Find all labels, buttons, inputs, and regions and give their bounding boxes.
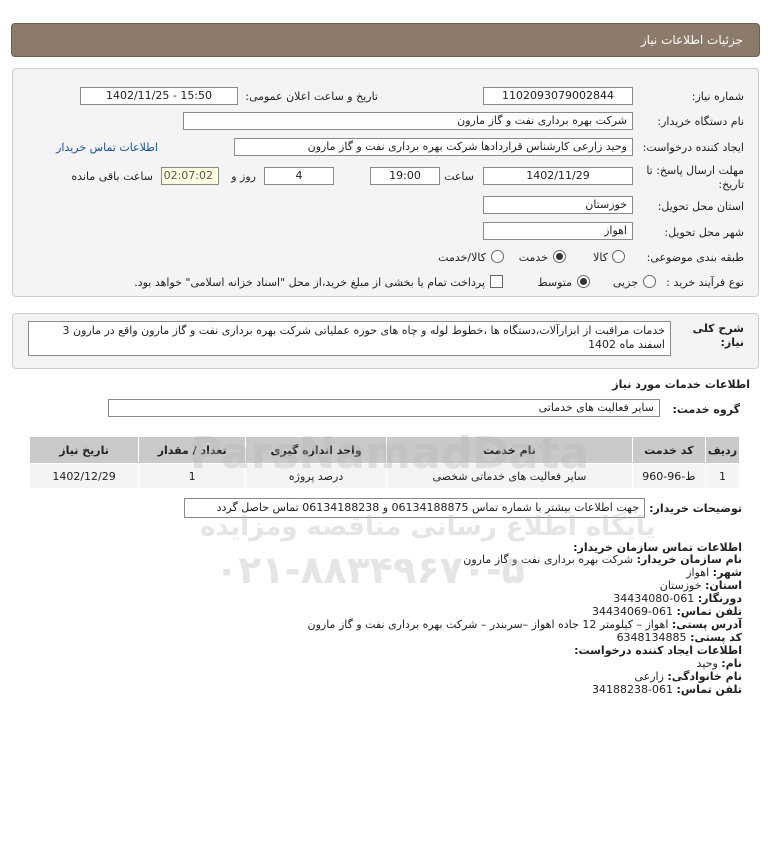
category-radio-service[interactable] — [553, 250, 566, 263]
treasury-checkbox[interactable] — [490, 275, 503, 288]
buyer-notes-field: جهت اطلاعات بیشتر با شماره تماس 06134188… — [184, 498, 645, 518]
category-radio-goods[interactable] — [612, 250, 625, 263]
contact-fax: 061-34434080 — [613, 592, 695, 605]
col-quantity: تعداد / مقدار — [138, 436, 247, 464]
page-title: جزئیات اطلاعات نیاز — [640, 33, 743, 47]
contact-city-line: شهر: اهواز — [686, 566, 742, 579]
contact-org-label: نام سازمان خریدار: — [636, 553, 742, 566]
category-option-goods: کالا — [593, 251, 608, 264]
category-option-service: خدمت — [518, 251, 548, 264]
col-service-name: نام خدمت — [386, 436, 633, 464]
cell-quantity: 1 — [138, 463, 247, 489]
contact-org-line: نام سازمان خریدار: شرکت بهره برداری نفت … — [463, 553, 742, 566]
col-unit: واحد اندازه گیری — [245, 436, 388, 464]
payment-note: پرداخت تمام یا بخشی از مبلغ خرید،از محل … — [134, 276, 485, 289]
page-header: جزئیات اطلاعات نیاز — [11, 23, 760, 57]
col-service-code: کد خدمت — [631, 436, 706, 464]
creator-first-name-line: نام: وحید — [697, 657, 742, 670]
creator-last-name: زارعی — [634, 670, 664, 683]
contact-phone-line: تلفن تماس: 061-34434069 — [592, 605, 742, 618]
province-label: استان محل تحویل: — [657, 200, 744, 213]
need-number-label: شماره نیاز: — [691, 90, 744, 103]
announce-field[interactable]: 1402/11/25 - 15:50 — [80, 87, 238, 105]
contact-city: اهواز — [686, 566, 710, 579]
announce-label: تاریخ و ساعت اعلان عمومی: — [245, 90, 378, 103]
process-radio-minor[interactable] — [643, 275, 656, 288]
cell-unit: درصد پروژه — [245, 463, 388, 489]
contact-fax-line: دورنگار: 061-34434080 — [613, 592, 742, 605]
description-label-2: نیاز: — [720, 336, 744, 349]
creator-phone-label: تلفن تماس: — [676, 683, 742, 696]
remaining-label: ساعت باقی مانده — [71, 170, 153, 183]
contact-address: اهواز – کیلومتر 12 جاده اهواز –سربندر – … — [307, 618, 669, 631]
deadline-date-label: تاریخ: — [718, 178, 744, 191]
remaining-time-field: 02:07:02 — [161, 167, 219, 185]
creator-first-name-label: نام: — [721, 657, 742, 670]
service-group-label: گروه خدمت: — [672, 403, 740, 416]
category-radio-goods-service[interactable] — [491, 250, 504, 263]
contact-province: خوزستان — [659, 579, 702, 592]
description-text: خدمات مراقبت از ابزارآلات،دستگاه ها ،خطو… — [28, 321, 671, 356]
province-field[interactable]: خوزستان — [483, 196, 633, 214]
buyer-contact-link[interactable]: اطلاعات تماس خریدار — [56, 141, 158, 154]
process-label: نوع فرآیند خرید : — [666, 276, 744, 289]
creator-phone: 061-34188238 — [592, 683, 674, 696]
cell-need-date: 1402/12/29 — [28, 463, 140, 489]
time-label: ساعت — [444, 170, 474, 183]
cell-row: 1 — [704, 463, 741, 489]
need-number-field[interactable]: 1102093079002844 — [483, 87, 633, 105]
creator-field[interactable]: وحید زارعی کارشناس قراردادها شرکت بهره ب… — [234, 138, 633, 156]
creator-label: ایجاد کننده درخواست: — [642, 141, 744, 154]
contact-fax-label: دورنگار: — [697, 592, 742, 605]
contact-address-label: آدرس پستی: — [671, 618, 742, 631]
process-option-medium: متوسط — [537, 276, 572, 289]
creator-info-title: اطلاعات ایجاد کننده درخواست: — [574, 644, 742, 657]
service-group-field[interactable]: سایر فعالیت های خدماتی — [108, 399, 660, 417]
col-need-date: تاریخ نیاز — [28, 436, 140, 464]
contact-address-line: آدرس پستی: اهواز – کیلومتر 12 جاده اهواز… — [308, 618, 743, 631]
city-label: شهر محل تحویل: — [664, 226, 744, 239]
creator-last-name-label: نام خانوادگی: — [667, 670, 742, 683]
process-option-minor: جزیی — [612, 276, 638, 289]
category-label: طبقه بندی موضوعی: — [646, 251, 744, 264]
category-option-goods-service: کالا/خدمت — [438, 251, 486, 264]
deadline-label: مهلت ارسال پاسخ: تا — [646, 164, 744, 177]
description-panel: شرح کلی نیاز: خدمات مراقبت از ابزارآلات،… — [12, 313, 759, 369]
deadline-date-field[interactable]: 1402/11/29 — [483, 167, 633, 185]
city-field[interactable]: اهواز — [483, 222, 633, 240]
table-header-row: ردیف کد خدمت نام خدمت واحد اندازه گیری ت… — [28, 436, 741, 464]
buyer-org-label: نام دستگاه خریدار: — [657, 115, 744, 128]
cell-service-name: سایر فعالیت های خدماتی شخصی — [386, 463, 633, 489]
contact-phone-label: تلفن تماس: — [676, 605, 742, 618]
contact-postal-label: کد پستی: — [690, 631, 742, 644]
buyer-org-field[interactable]: شرکت بهره برداری نفت و گاز مارون — [183, 112, 633, 130]
contact-postal: 6348134885 — [616, 631, 687, 644]
cell-service-code: ط-96-960 — [631, 463, 706, 489]
description-label: شرح کلی — [692, 322, 744, 335]
need-details-panel: شماره نیاز: 1102093079002844 تاریخ و ساع… — [12, 68, 759, 297]
creator-first-name: وحید — [696, 657, 718, 670]
services-table: ردیف کد خدمت نام خدمت واحد اندازه گیری ت… — [28, 436, 741, 489]
process-radio-medium[interactable] — [577, 275, 590, 288]
buyer-notes-label: توضیحات خریدار: — [649, 502, 742, 515]
contact-phone: 061-34434069 — [592, 605, 674, 618]
days-label: روز و — [231, 170, 256, 183]
days-field[interactable]: 4 — [264, 167, 334, 185]
contact-org: شرکت بهره برداری نفت و گاز مارون — [463, 553, 634, 566]
table-row[interactable]: 1 ط-96-960 سایر فعالیت های خدماتی شخصی د… — [28, 463, 741, 489]
contact-postal-line: کد پستی: 6348134885 — [617, 631, 742, 644]
col-row: ردیف — [704, 436, 741, 464]
creator-last-name-line: نام خانوادگی: زارعی — [635, 670, 743, 683]
services-section-title: اطلاعات خدمات مورد نیاز — [612, 378, 750, 391]
contact-city-label: شهر: — [712, 566, 742, 579]
contact-province-line: استان: خوزستان — [660, 579, 742, 592]
contact-province-label: استان: — [705, 579, 742, 592]
creator-phone-line: تلفن تماس: 061-34188238 — [592, 683, 742, 696]
deadline-time-field[interactable]: 19:00 — [370, 167, 440, 185]
